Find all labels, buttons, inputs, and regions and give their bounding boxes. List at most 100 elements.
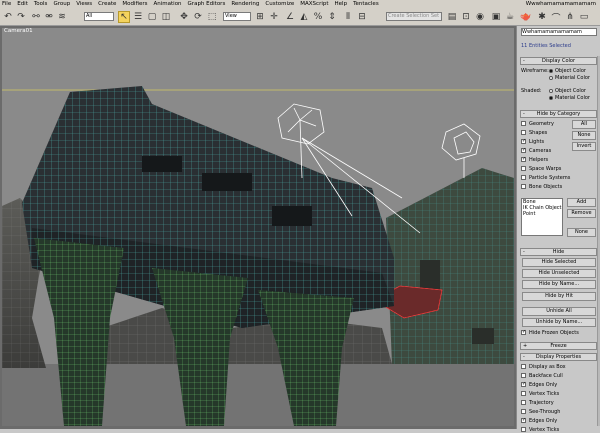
particle-systems-checkbox[interactable] [521, 175, 526, 180]
category-listbox[interactable]: Bone IK Chain Object Point [521, 198, 563, 236]
select-rotate-icon[interactable]: ⟳ [192, 11, 204, 23]
freeze-title: Freeze [550, 343, 567, 349]
helpers-checkbox[interactable] [521, 156, 526, 162]
menu-animation[interactable]: Animation [154, 0, 182, 9]
menu-group[interactable]: Group [53, 0, 70, 9]
shapes-checkbox[interactable] [521, 130, 526, 135]
render-last-icon[interactable]: 🫖 [520, 11, 532, 23]
selection-filter-dropdown[interactable]: All [84, 12, 114, 21]
render-scene-icon[interactable]: ▣ [490, 11, 502, 23]
category-all-button[interactable]: All [572, 120, 596, 129]
display-as-box-checkbox[interactable] [521, 364, 526, 369]
wireframe-object-color-radio[interactable] [549, 69, 553, 73]
material-editor-icon[interactable]: ◉ [474, 11, 486, 23]
category-none2-button[interactable]: None [567, 228, 596, 237]
menu-modifiers[interactable]: Modifiers [122, 0, 147, 9]
menu-views[interactable]: Views [76, 0, 92, 9]
wireframe-label: Wireframe: [521, 68, 549, 74]
select-object-icon[interactable]: ↖ [118, 11, 130, 23]
lights-checkbox[interactable] [521, 138, 526, 144]
unlink-icon[interactable]: ⚮ [43, 11, 55, 23]
menu-edit[interactable]: Edit [17, 0, 28, 9]
menu-rendering[interactable]: Rendering [231, 0, 259, 9]
object-name-field[interactable]: Wwhamamamamamam [521, 28, 597, 36]
display-color-rollout[interactable]: - Display Color [520, 57, 597, 65]
redo-icon[interactable]: ↷ [15, 11, 27, 23]
vertex-ticks-label: Vertex Ticks [529, 391, 560, 397]
spinner-snap-icon[interactable]: ⇕ [326, 11, 338, 23]
see-through-checkbox[interactable] [521, 409, 526, 414]
create-panel-icon[interactable]: ✱ [536, 11, 548, 23]
menu-maxscript[interactable]: MAXScript [300, 0, 328, 9]
edges-only-2-checkbox[interactable] [521, 417, 526, 423]
select-move-icon[interactable]: ✥ [178, 11, 190, 23]
geometry-checkbox[interactable] [521, 121, 526, 126]
wireframe-object-color-label: Object Color [555, 68, 586, 74]
display-panel-icon[interactable]: ▭ [578, 11, 590, 23]
reference-coordinate-dropdown[interactable]: View [223, 12, 251, 21]
undo-icon[interactable]: ↶ [2, 11, 14, 23]
hide-selected-button[interactable]: Hide Selected [522, 258, 596, 267]
viewport-label[interactable]: Camera01 [4, 28, 33, 34]
vertex-ticks-checkbox[interactable] [521, 391, 526, 396]
rectangle-selection-icon[interactable]: ▢ [146, 11, 158, 23]
category-none-button[interactable]: None [572, 131, 596, 140]
list-item[interactable]: Point [522, 211, 562, 217]
selection-set-dropdown[interactable]: Create Selection Set [386, 12, 442, 21]
quick-render-icon[interactable]: ☕ [504, 11, 516, 23]
wireframe-material-color-radio[interactable] [549, 76, 553, 80]
angle-snap-icon[interactable]: ◭ [298, 11, 310, 23]
space-warps-checkbox[interactable] [521, 166, 526, 171]
menu-tentacles[interactable]: Tentacles [353, 0, 379, 9]
unhide-by-name-button[interactable]: Unhide by Name... [522, 318, 596, 327]
modify-panel-icon[interactable]: ⌒ [550, 11, 562, 24]
category-invert-button[interactable]: Invert [572, 142, 596, 151]
schematic-view-icon[interactable]: ⊡ [460, 11, 472, 23]
hide-unselected-button[interactable]: Hide Unselected [522, 269, 596, 278]
hide-frozen-checkbox[interactable] [521, 329, 526, 335]
entities-selected-text: 11 Entities Selected [521, 43, 571, 49]
select-by-name-icon[interactable]: ☰ [132, 11, 144, 23]
menu-help[interactable]: Help [335, 0, 348, 9]
track-view-icon[interactable]: ▤ [446, 11, 458, 23]
align-icon[interactable]: ⊟ [356, 11, 368, 23]
backface-cull-checkbox[interactable] [521, 373, 526, 378]
select-link-icon[interactable]: ⚯ [30, 11, 42, 23]
pivot-center-icon[interactable]: ⊞ [254, 11, 266, 23]
shaded-object-color-radio[interactable] [549, 89, 553, 93]
manipulate-icon[interactable]: ✛ [268, 11, 280, 23]
bind-space-warp-icon[interactable]: ≋ [56, 11, 68, 23]
window-crossing-icon[interactable]: ◫ [160, 11, 172, 23]
display-properties-rollout[interactable]: - Display Properties [520, 353, 597, 361]
trajectory-label: Trajectory [529, 400, 554, 406]
mirror-icon[interactable]: ⫴ [342, 11, 354, 23]
menu-customize[interactable]: Customize [265, 0, 294, 9]
category-add-button[interactable]: Add [567, 198, 596, 207]
edges-only-checkbox[interactable] [521, 381, 526, 387]
hide-by-hit-button[interactable]: Hide by Hit [522, 292, 596, 301]
menu-tools[interactable]: Tools [34, 0, 48, 9]
menu-create[interactable]: Create [98, 0, 116, 9]
shaded-material-color-radio[interactable] [549, 96, 553, 100]
menu-graph-editors[interactable]: Graph Editors [188, 0, 226, 9]
vertex-ticks-2-checkbox[interactable] [521, 427, 526, 432]
percent-snap-icon[interactable]: % [312, 11, 324, 23]
hierarchy-panel-icon[interactable]: ⋔ [564, 11, 576, 23]
see-through-label: See-Through [529, 409, 561, 415]
freeze-rollout[interactable]: + Freeze [520, 342, 597, 350]
menu-file[interactable]: File [2, 0, 11, 9]
snap-toggle-icon[interactable]: ∠ [284, 11, 296, 23]
camera-viewport[interactable]: Camera01 [2, 28, 514, 426]
cameras-label: Cameras [529, 148, 552, 154]
trajectory-checkbox[interactable] [521, 400, 526, 405]
hide-rollout[interactable]: - Hide [520, 248, 597, 256]
bone-objects-checkbox[interactable] [521, 184, 526, 189]
category-remove-button[interactable]: Remove [567, 209, 596, 218]
hide-by-name-button[interactable]: Hide by Name... [522, 280, 596, 289]
select-scale-icon[interactable]: ⬚ [206, 11, 218, 23]
display-color-title: Display Color [541, 58, 576, 64]
cameras-checkbox[interactable] [521, 147, 526, 153]
unhide-all-button[interactable]: Unhide All [522, 307, 596, 316]
hide-by-category-rollout[interactable]: - Hide by Category [520, 110, 597, 118]
hide-title: Hide [552, 249, 565, 255]
